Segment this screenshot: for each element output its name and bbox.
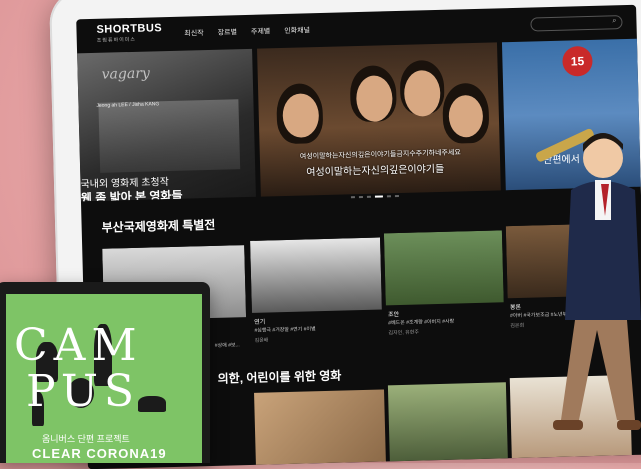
nav-theme[interactable]: 주제별 [251,26,271,37]
carousel-dot-active[interactable] [374,195,383,198]
poster-figure [138,396,166,412]
brand-subtitle: 조림퓨바이미스 [96,36,137,44]
brand-logo[interactable]: SHORTBUS 조림퓨바이미스 [96,22,163,47]
film-director: 김윤배 [254,337,269,344]
brand-name: SHORTBUS [96,22,163,36]
nav-latest[interactable]: 최신작 [184,28,204,39]
film-card[interactable]: 조안 #베드온 #조계량 #아버지 #사랑 김자인, 유현주 [383,230,505,343]
carousel-dot[interactable] [366,195,371,198]
hero-slide-center[interactable]: 여성이말하는자신의깊은이야기들금지수주기하네주세요 여성이말하는자신의깊은이야기… [257,42,501,197]
promo-boy-figure [536,128,641,430]
poster-campaign-title: CLEAR CORONA19 [32,446,167,461]
poster-title-line2: PUS [26,366,141,417]
slide-caption-line2: 웬 좀 밟아 본 영화들 [80,188,183,202]
slide-subtitle-large: 여성이말하는자신의깊은이야기들 [306,163,445,179]
search-icon[interactable]: ⌕ [612,17,616,25]
slide-script-title: vagary [101,65,151,83]
film-tags: #심행극 #거장알 #연기 #이별 [254,326,316,334]
carousel-dot[interactable] [358,195,363,199]
laptop-device: CAM PUS 옴니버스 단편 프로젝트 CLEAR CORONA19 [0,282,210,463]
age-rating-badge: 15 [562,45,593,77]
carousel-indicators [350,195,399,199]
poster-title-line1: CAM [14,320,143,371]
nav-genre[interactable]: 장르별 [218,27,238,38]
film-title: 연기 [254,319,266,326]
laptop-screen: CAM PUS 옴니버스 단편 프로젝트 CLEAR CORONA19 [6,294,202,463]
nav-channel[interactable]: 인화채널 [284,25,310,36]
carousel-dot[interactable] [386,195,391,198]
search-input[interactable]: ⌕ [530,15,623,32]
carousel-dot[interactable] [350,196,355,199]
section-title-busan: 부산국제영화제 특별전 [101,217,216,235]
main-nav: 최신작 장르별 주제별 인화채널 [184,25,310,38]
film-tags: #상애 #보... [214,342,240,349]
poster-subtitle: 옴니버스 단편 프로젝트 [42,434,130,444]
film-director: 김자인, 유현주 [388,329,419,337]
hero-slide-left[interactable]: vagary Jeong ah LEE / Jisha KANG 국내외 영화제… [77,48,256,202]
carousel-dot[interactable] [394,195,399,198]
film-card[interactable]: 연기 #심행극 #거장알 #연기 #이별 김윤배 [250,237,383,351]
film-thumbnail [383,230,504,306]
film-thumbnail [250,237,382,313]
slide-image [98,99,241,173]
film-title: 봉론 [509,304,522,312]
film-title: 조안 [387,312,400,319]
film-card[interactable] [387,382,508,462]
section-title-children: 의한, 어린이를 위한 영화 [217,368,342,386]
film-director: 김은희 [510,322,525,330]
film-card[interactable] [254,389,386,465]
film-tags: #베드온 #조계량 #아버지 #사랑 [388,318,455,327]
